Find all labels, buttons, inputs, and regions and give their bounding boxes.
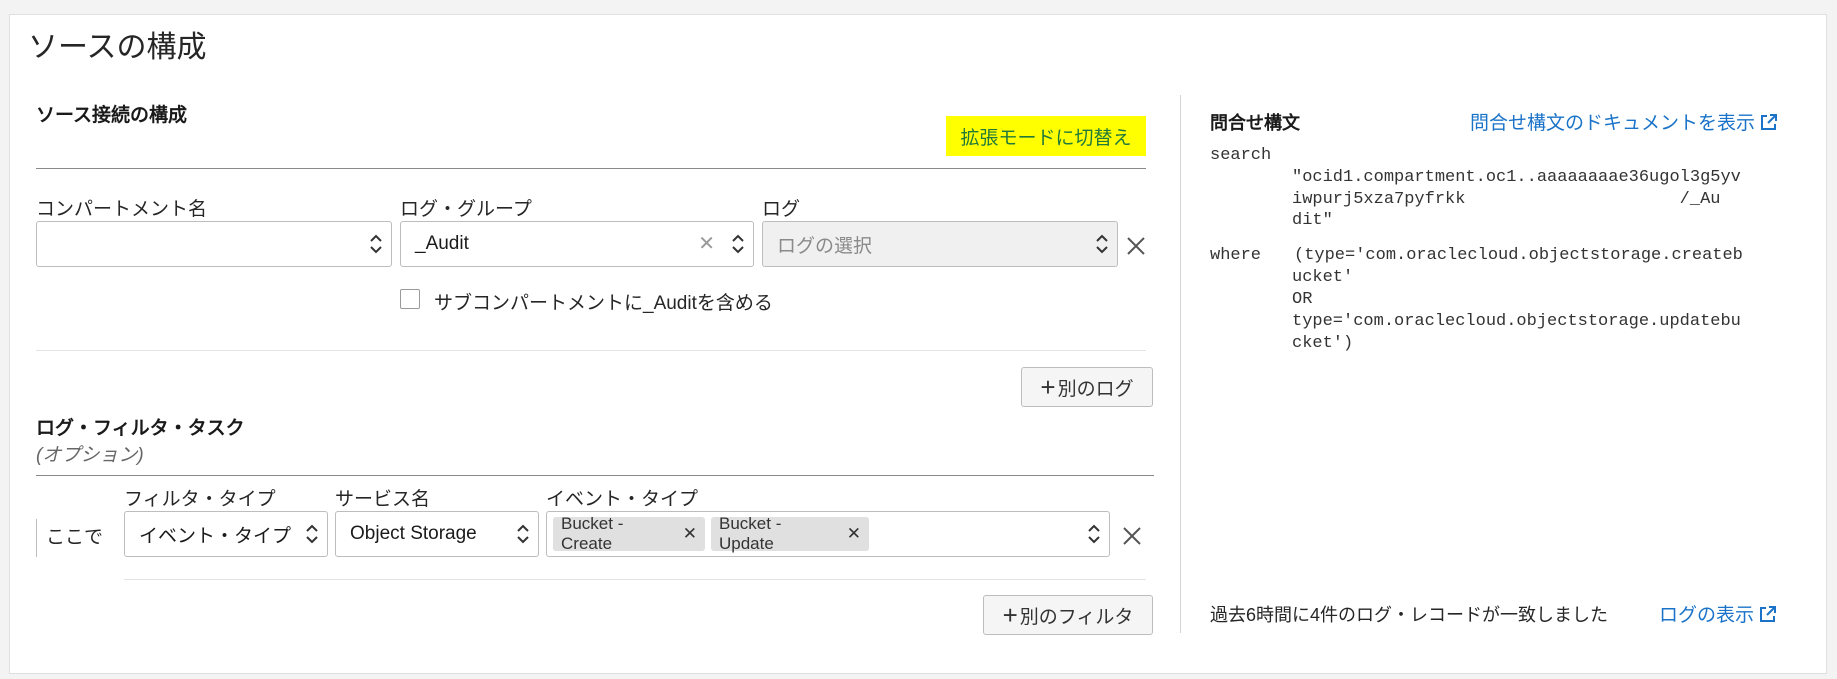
filter-type-select[interactable]: イベント・タイプ	[124, 511, 328, 557]
updown-chevron-icon	[1096, 234, 1108, 254]
add-filter-button[interactable]: + 別のフィルタ	[983, 595, 1153, 635]
source-connection-heading: ソース接続の構成	[36, 105, 188, 126]
here-bar	[36, 519, 37, 557]
external-link-icon	[1761, 113, 1778, 130]
where-line-1: (type='com.oraclecloud.objectstorage.cre…	[1294, 246, 1743, 265]
log-filter-tasks-heading: ログ・フィルタ・タスク	[36, 418, 245, 439]
external-link-icon	[1760, 605, 1777, 622]
plus-icon: +	[1002, 600, 1018, 630]
where-line-2: ucket'	[1292, 268, 1354, 287]
compartment-select[interactable]	[36, 221, 392, 267]
remove-filter-icon[interactable]	[1122, 526, 1142, 546]
where-line-3: OR	[1292, 290, 1313, 309]
where-keyword: where	[1210, 246, 1262, 265]
event-chip-label: Bucket - Update	[719, 514, 782, 553]
plus-icon: +	[1040, 372, 1056, 402]
updown-chevron-icon	[517, 524, 529, 544]
add-filter-label: 別のフィルタ	[1019, 606, 1134, 628]
event-chip-label: Bucket - Create	[561, 514, 624, 553]
search-line-1: "ocid1.compartment.oc1..aaaaaaaae36ugol3…	[1292, 168, 1741, 187]
include-subcompartments-checkbox[interactable]	[400, 289, 420, 309]
divider	[36, 350, 1146, 351]
updown-chevron-icon	[1088, 524, 1100, 544]
panel-divider	[1180, 95, 1181, 633]
remove-chip-icon[interactable]: ✕	[847, 524, 861, 544]
clear-icon[interactable]: ✕	[698, 234, 715, 254]
divider	[124, 579, 1146, 580]
add-log-label: 別のログ	[1057, 378, 1134, 400]
log-label: ログ	[762, 199, 801, 220]
where-line-5: cket')	[1292, 334, 1354, 353]
search-line-2: iwpurj5xza7pyfrkk /_Au	[1292, 190, 1721, 209]
filter-type-label: フィルタ・タイプ	[124, 489, 276, 510]
event-type-label: イベント・タイプ	[546, 489, 699, 510]
view-logs-link[interactable]: ログの表示	[1659, 600, 1778, 627]
log-select[interactable]: ログの選択	[762, 221, 1118, 267]
event-chip: Bucket - Create ✕	[553, 514, 705, 553]
log-placeholder: ログの選択	[777, 235, 873, 257]
remove-chip-icon[interactable]: ✕	[683, 524, 697, 544]
switch-advanced-mode-button[interactable]: 拡張モードに切替え	[946, 116, 1146, 156]
here-label: ここで	[46, 527, 104, 548]
match-count-text: 過去6時間に4件のログ・レコードが一致しました	[1210, 605, 1609, 625]
service-name-select[interactable]: Object Storage	[335, 511, 539, 557]
add-log-button[interactable]: + 別のログ	[1021, 367, 1153, 407]
log-group-value: _Audit	[415, 233, 469, 254]
event-chip: Bucket - Update ✕	[711, 514, 869, 553]
compartment-label: コンパートメント名	[36, 199, 208, 220]
updown-chevron-icon	[370, 234, 382, 254]
where-line-4: type='com.oraclecloud.objectstorage.upda…	[1292, 312, 1741, 331]
query-syntax-heading: 問合せ構文	[1210, 113, 1300, 133]
updown-chevron-icon	[732, 234, 744, 254]
section-divider	[36, 168, 1146, 169]
updown-chevron-icon	[306, 524, 318, 544]
remove-log-icon[interactable]	[1126, 236, 1146, 256]
service-name-value: Object Storage	[350, 523, 477, 544]
include-subcompartments-label: サブコンパートメントに_Auditを含める	[434, 293, 773, 314]
service-name-label: サービス名	[335, 489, 431, 510]
search-keyword: search	[1210, 146, 1272, 165]
page-title: ソースの構成	[28, 31, 207, 64]
log-group-label: ログ・グループ	[400, 199, 532, 220]
filter-divider	[36, 475, 1154, 476]
optional-label: (オプション)	[36, 445, 144, 466]
view-logs-link-label: ログの表示	[1659, 605, 1755, 626]
log-group-select[interactable]: _Audit ✕	[400, 221, 754, 267]
search-line-3: dit"	[1292, 211, 1333, 230]
filter-type-value: イベント・タイプ	[139, 525, 292, 547]
query-docs-link-label: 問合せ構文のドキュメントを表示	[1470, 113, 1756, 134]
query-docs-link[interactable]: 問合せ構文のドキュメントを表示	[1470, 108, 1779, 135]
